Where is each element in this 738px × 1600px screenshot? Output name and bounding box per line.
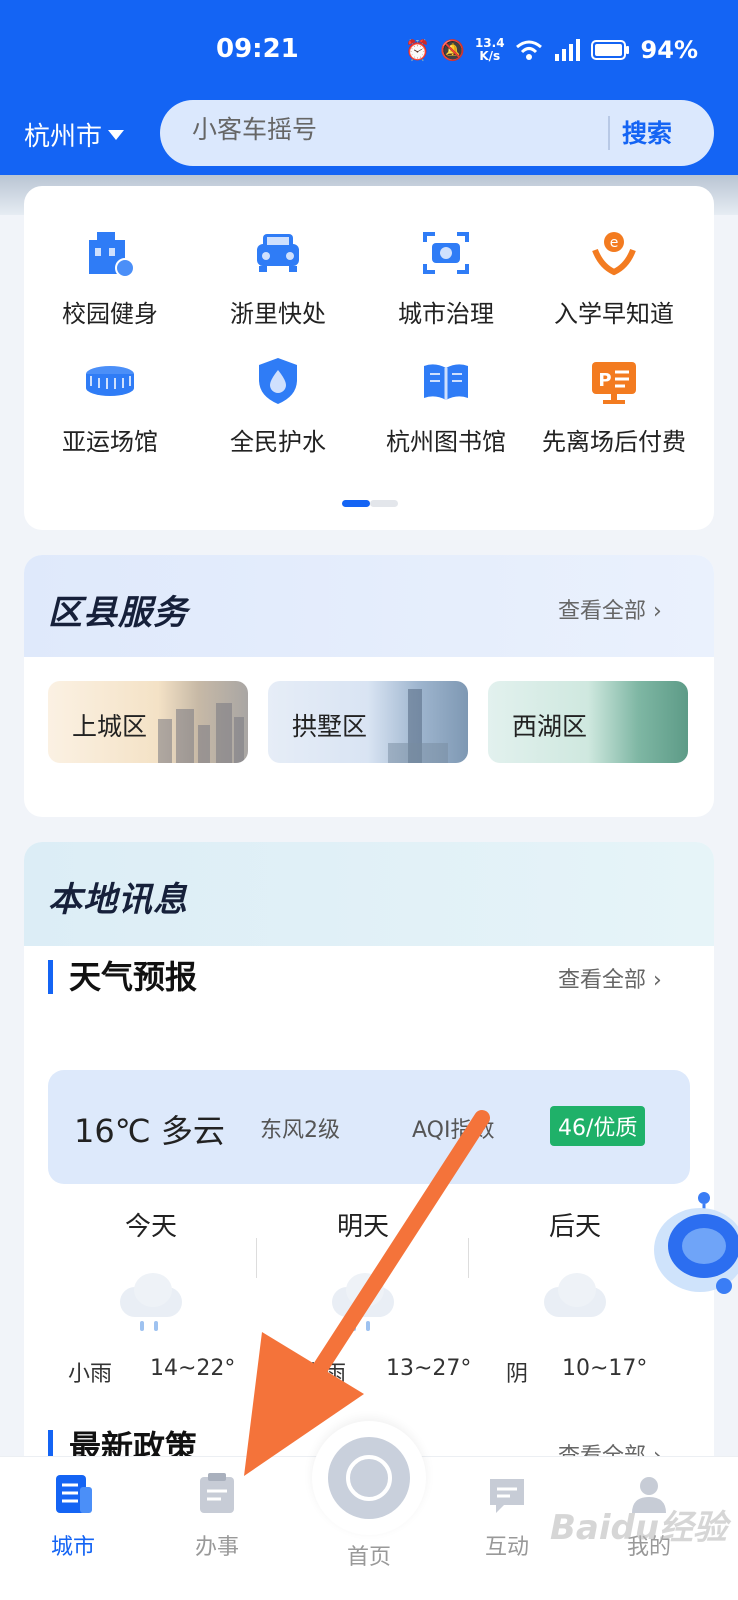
page-dot-active — [342, 500, 370, 507]
signal-icon — [554, 39, 580, 61]
clipboard-icon — [196, 1473, 238, 1515]
water-shield-icon — [251, 354, 305, 408]
city-selector[interactable]: 杭州市 — [24, 116, 125, 153]
current-temp: 16℃ 多云 — [74, 1112, 225, 1150]
battery-percent: 94% — [640, 36, 698, 64]
service-item[interactable]: e 入学早知道 — [528, 226, 700, 329]
status-icons: ⏰ 🔕 13.4 K/s 94% — [405, 36, 698, 64]
search-input[interactable] — [192, 115, 592, 144]
aqi-label: AQI指数 — [412, 1118, 495, 1143]
city-label: 杭州市 — [24, 122, 103, 152]
chevron-right-icon: › — [653, 968, 662, 993]
nav-city[interactable]: 城市 — [28, 1473, 118, 1561]
page-dot — [370, 500, 398, 507]
district-header: 区县服务 查看全部 › — [24, 555, 714, 657]
nav-affairs[interactable]: 办事 — [172, 1473, 262, 1561]
district-view-all[interactable]: 查看全部 › — [558, 593, 662, 625]
chevron-right-icon: › — [653, 599, 662, 624]
weather-title: 天气预报 — [48, 960, 197, 994]
status-bar: 09:21 ⏰ 🔕 13.4 K/s 94% — [0, 30, 738, 76]
battery-icon — [590, 40, 629, 60]
nav-home-label-wrap[interactable]: 首页 — [324, 1539, 414, 1571]
local-title: 本地讯息 — [48, 880, 188, 920]
svg-text:e: e — [610, 235, 619, 251]
district-item-xihu[interactable]: 西湖区 — [488, 681, 688, 763]
watermark: Baidu经验 — [550, 1508, 728, 1548]
current-weather[interactable]: 16℃ 多云 东风2级 AQI指数 46/优质 — [48, 1070, 690, 1184]
district-service-card: 区县服务 查看全部 › 上城区 拱墅区 西湖区 — [24, 555, 714, 817]
mute-icon: 🔕 — [440, 38, 465, 62]
assistant-robot-button[interactable] — [644, 1186, 738, 1306]
service-item[interactable]: 浙里快处 — [192, 226, 364, 329]
search-bar: 搜索 — [160, 100, 714, 166]
chat-icon — [486, 1473, 528, 1515]
forecast-day: 明天 中到大雨 13~27° — [258, 1212, 472, 1387]
home-logo-icon — [328, 1437, 410, 1519]
stadium-icon — [83, 354, 137, 408]
clock: 09:21 — [216, 34, 299, 64]
school-fitness-icon — [83, 226, 137, 280]
rain-cloud-icon — [328, 1271, 398, 1331]
search-button[interactable]: 搜索 — [622, 114, 672, 150]
student-icon: e — [587, 226, 641, 280]
wifi-icon — [515, 40, 542, 60]
weather-view-all[interactable]: 查看全部 › — [558, 962, 662, 994]
wind-info: 东风2级 — [260, 1118, 340, 1143]
nav-home[interactable] — [312, 1421, 426, 1535]
nav-interact[interactable]: 互动 — [462, 1473, 552, 1561]
header: 09:21 ⏰ 🔕 13.4 K/s 94% 杭州市 小客车摇号 搜索 — [0, 0, 738, 190]
service-item[interactable]: 亚运场馆 — [24, 354, 196, 457]
district-title: 区县服务 — [48, 593, 188, 633]
forecast-day: 今天 小雨 14~22° — [68, 1212, 236, 1387]
search-divider — [608, 116, 610, 150]
parking-screen-icon: P — [587, 354, 641, 408]
svg-text:P: P — [598, 370, 611, 391]
page-indicator — [342, 500, 398, 507]
rain-cloud-icon — [116, 1271, 186, 1331]
district-item-gongshu[interactable]: 拱墅区 — [268, 681, 468, 763]
car-accident-icon — [251, 226, 305, 280]
service-item[interactable]: 杭州图书馆 — [360, 354, 532, 457]
cloud-icon — [540, 1271, 610, 1327]
aqi-badge: 46/优质 — [550, 1106, 646, 1146]
book-icon — [419, 354, 473, 408]
local-header: 本地讯息 — [24, 842, 714, 946]
camera-scan-icon — [419, 226, 473, 280]
service-grid-card: 校园健身 浙里快处 城市治理 e 入学早知道 亚运场馆 全民护水 杭州图书馆 P… — [24, 186, 714, 530]
service-item[interactable]: 城市治理 — [360, 226, 532, 329]
city-icon — [52, 1473, 94, 1515]
local-info-card: 本地讯息 天气预报 查看全部 › 16℃ 多云 东风2级 AQI指数 46/优质… — [24, 842, 714, 1502]
net-speed: 13.4 K/s — [474, 36, 505, 63]
district-item-shangcheng[interactable]: 上城区 — [48, 681, 248, 763]
service-item[interactable]: P 先离场后付费 — [528, 354, 700, 457]
alarm-icon: ⏰ — [405, 38, 431, 62]
caret-down-icon — [108, 129, 125, 140]
service-item[interactable]: 全民护水 — [192, 354, 364, 457]
service-item[interactable]: 校园健身 — [24, 226, 196, 329]
